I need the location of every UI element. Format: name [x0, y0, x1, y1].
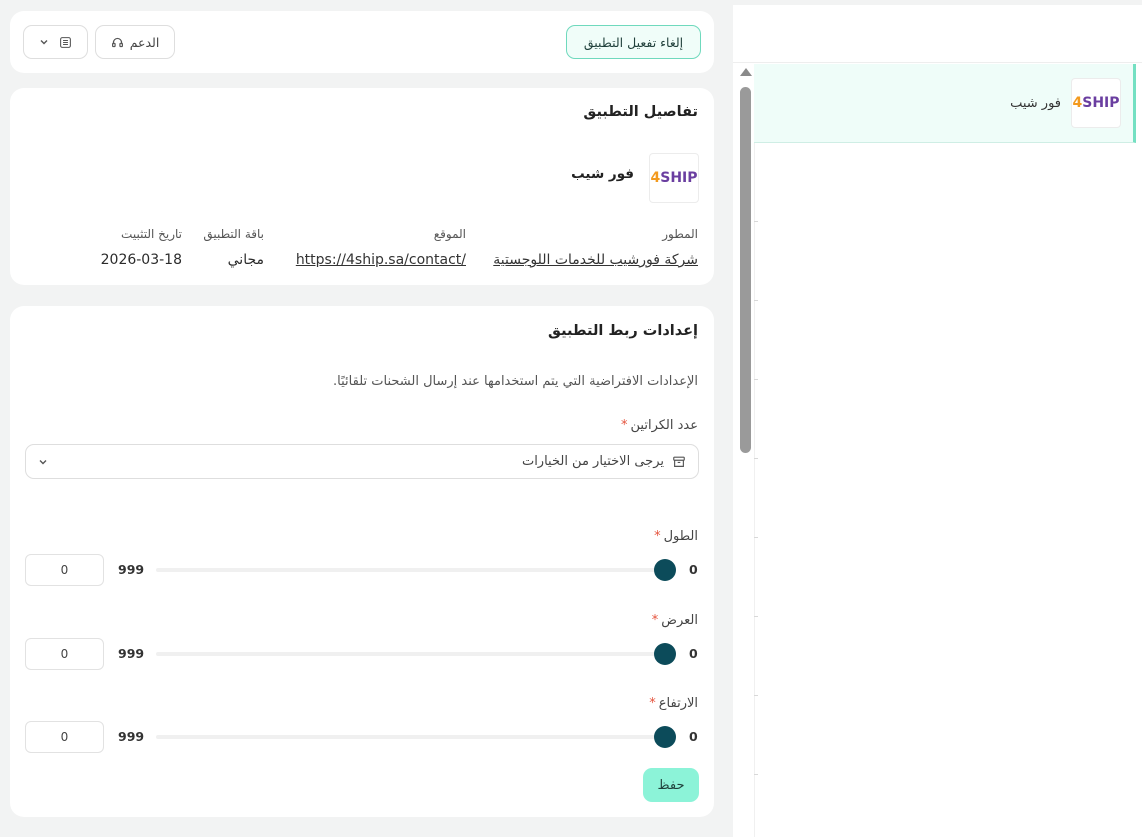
height-slider-track[interactable]	[156, 735, 666, 739]
install-date-label: تاريخ التثبيت	[121, 227, 182, 241]
width-label-text: العرض	[661, 613, 698, 628]
plan-value: مجاني	[227, 252, 264, 268]
width-max: 999	[118, 646, 145, 661]
app-name: فور شيب	[571, 166, 634, 182]
required-mark: *	[649, 696, 656, 711]
app-settings-card: إعدادات ربط التطبيق الإعدادات الافتراضية…	[10, 306, 714, 817]
height-min: 0	[689, 729, 698, 744]
install-date-value: 2026-03-18	[100, 252, 182, 268]
save-button[interactable]: حفظ	[643, 768, 699, 802]
boxes-label-text: عدد الكراتين	[630, 418, 698, 433]
required-mark: *	[621, 418, 628, 433]
length-label-text: الطول	[663, 529, 698, 544]
width-slider-thumb[interactable]	[654, 643, 676, 665]
scroll-up-arrow-icon[interactable]	[740, 68, 752, 76]
archive-box-icon	[673, 456, 685, 467]
width-min: 0	[689, 646, 698, 661]
length-min: 0	[689, 562, 698, 577]
sidebar-tick	[754, 616, 758, 617]
sidebar-tick	[754, 379, 758, 380]
list-icon	[60, 36, 71, 48]
required-mark: *	[651, 613, 659, 628]
headset-icon	[111, 37, 123, 47]
sidebar-item-4ship[interactable]: 4 SHIP فور شيب	[754, 64, 1136, 143]
plan-label: باقة التطبيق	[203, 227, 264, 241]
app-logo: 4 SHIP	[649, 153, 699, 203]
actions-card: إلغاء تفعيل التطبيق الدعم	[10, 11, 714, 73]
developer-link[interactable]: شركة فورشيب للخدمات اللوجستية	[493, 252, 698, 268]
width-slider-track[interactable]	[156, 652, 666, 656]
chevron-down-icon	[40, 40, 48, 45]
required-mark: *	[654, 529, 661, 544]
logo-word: SHIP	[660, 170, 698, 186]
length-slider-track[interactable]	[156, 568, 666, 572]
scrollbar[interactable]	[739, 68, 753, 837]
sidebar-item-label: فور شيب	[1010, 95, 1061, 111]
website-link[interactable]: https://4ship.sa/contact/	[296, 252, 466, 268]
scrollbar-thumb[interactable]	[740, 87, 751, 453]
chevron-down-icon	[39, 459, 47, 464]
app-logo: 4 SHIP	[1071, 78, 1121, 128]
sidebar-tick	[754, 300, 758, 301]
logo-number: 4	[650, 170, 661, 186]
height-max: 999	[118, 729, 145, 744]
height-label: الارتفاع*	[649, 696, 698, 711]
length-label: الطول*	[654, 529, 698, 544]
logo-number: 4	[1072, 95, 1083, 111]
sidebar-tick	[754, 774, 758, 775]
settings-title: إعدادات ربط التطبيق	[548, 323, 698, 339]
boxes-select-placeholder: يرجى الاختيار من الخيارات	[521, 454, 664, 469]
app-details-card: تفاصيل التطبيق 4 SHIP فور شيب المطور شركة…	[10, 88, 714, 285]
height-label-text: الارتفاع	[658, 696, 698, 711]
website-label: الموقع	[433, 227, 466, 241]
sidebar-tick	[754, 537, 758, 538]
height-input[interactable]	[25, 721, 104, 753]
sidebar-divider	[754, 64, 755, 837]
sidebar-tick	[754, 458, 758, 459]
sidebar-tick	[754, 695, 758, 696]
options-menu-button[interactable]	[23, 25, 88, 59]
width-label: العرض*	[652, 613, 698, 628]
length-slider-thumb[interactable]	[654, 559, 676, 581]
width-input[interactable]	[25, 638, 104, 670]
width-slider-row: 999 0	[25, 638, 699, 670]
length-slider-row: 999 0	[25, 554, 699, 586]
apps-sidebar: 4 SHIP فور شيب	[733, 5, 1142, 837]
support-button[interactable]: الدعم	[95, 25, 175, 59]
boxes-label: عدد الكراتين*	[621, 418, 698, 433]
length-input[interactable]	[25, 554, 104, 586]
sidebar-header	[733, 5, 1142, 63]
sidebar-tick	[754, 221, 758, 222]
boxes-select[interactable]: يرجى الاختيار من الخيارات	[25, 444, 699, 479]
developer-label: المطور	[662, 227, 698, 241]
details-title: تفاصيل التطبيق	[583, 104, 698, 120]
length-max: 999	[118, 562, 145, 577]
logo-word: SHIP	[1082, 95, 1120, 111]
deactivate-app-button[interactable]: إلغاء تفعيل التطبيق	[566, 25, 701, 59]
settings-description: الإعدادات الافتراضية التي يتم استخدامها …	[333, 374, 698, 389]
height-slider-row: 999 0	[25, 721, 699, 753]
support-label: الدعم	[129, 34, 160, 50]
height-slider-thumb[interactable]	[654, 726, 676, 748]
